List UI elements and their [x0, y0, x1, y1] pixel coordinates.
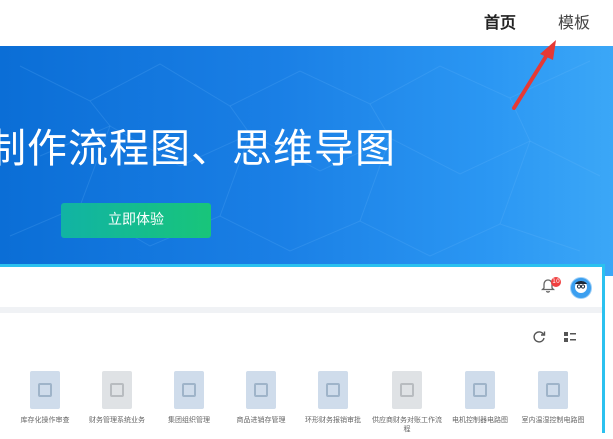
template-card[interactable]: 集团组织管理 [152, 371, 226, 437]
template-card[interactable]: 财务管理系统业务 [80, 371, 154, 437]
refresh-icon[interactable] [532, 330, 546, 344]
template-card-label: 库存化操作审查 [20, 416, 70, 424]
notification-badge: 10 [551, 277, 561, 287]
template-file-icon [392, 371, 422, 409]
try-now-button[interactable]: 立即体验 [61, 203, 211, 238]
hero-title: 制作流程图、思维导图 [0, 126, 396, 172]
template-card-label: 室内温湿控制电路图 [521, 416, 585, 424]
template-card-label: 环形财务报销审批 [305, 416, 361, 424]
template-card[interactable]: 商品进销存管理 [224, 371, 298, 437]
template-thumbnails: 库存化操作审查 财务管理系统业务 集团组织管理 商品进销存管理 环形财务报销审批… [0, 371, 602, 439]
template-card-label: 财务管理系统业务 [89, 416, 145, 424]
avatar[interactable] [570, 277, 592, 299]
template-file-icon [30, 371, 60, 409]
template-card[interactable]: 电机控制器电路图 [443, 371, 517, 437]
template-card-label: 电机控制器电路图 [452, 416, 508, 424]
list-view-icon[interactable] [563, 330, 577, 344]
template-card-label: 商品进销存管理 [236, 416, 286, 424]
avatar-face-icon [575, 281, 587, 293]
app-preview-panel: 10 库存化操作审查 财务管理系统业务 集团组织管理 商品进销存管理 环形财务报… [0, 264, 605, 433]
template-card-label: 集团组织管理 [168, 416, 210, 424]
template-card-label: 供应商财务对账工作流程 [372, 416, 442, 433]
template-file-icon [174, 371, 204, 409]
template-file-icon [318, 371, 348, 409]
template-file-icon [102, 371, 132, 409]
template-file-icon [538, 371, 568, 409]
template-file-icon [465, 371, 495, 409]
template-card[interactable]: 供应商财务对账工作流程 [370, 371, 444, 437]
nav-templates[interactable]: 模板 [558, 13, 590, 33]
red-arrow-annotation [512, 40, 556, 110]
template-card[interactable]: 室内温湿控制电路图 [516, 371, 590, 437]
template-card[interactable]: 库存化操作审查 [8, 371, 82, 437]
template-card[interactable]: 环形财务报销审批 [296, 371, 370, 437]
nav-home[interactable]: 首页 [484, 13, 516, 33]
preview-header: 10 [0, 267, 602, 313]
template-file-icon [246, 371, 276, 409]
